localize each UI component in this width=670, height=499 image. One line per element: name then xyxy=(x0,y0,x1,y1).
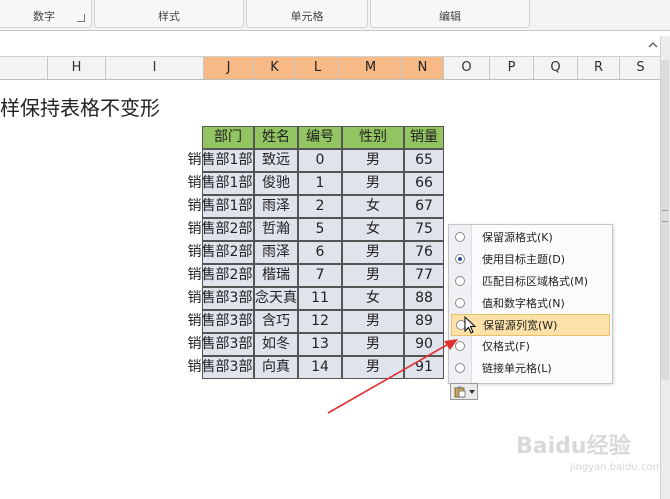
column-header-n[interactable]: N xyxy=(402,57,444,79)
radio-selected-icon xyxy=(455,254,465,264)
table-cell-name[interactable]: 哲瀚 xyxy=(254,218,298,241)
table-cell-dept[interactable]: 销售部2部 xyxy=(188,218,254,241)
table-cell-sales[interactable]: 65 xyxy=(404,149,444,172)
table-cell-id[interactable]: 5 xyxy=(298,218,342,241)
table-cell-dept[interactable]: 销售部1部 xyxy=(188,195,254,218)
ribbon-group-label: 单元格 xyxy=(290,10,324,23)
paste-options-menu: 保留源格式(K) 使用目标主题(D) 匹配目标区域格式(M) 值和数字格式(N)… xyxy=(448,224,613,384)
menu-item-keep-source-format[interactable]: 保留源格式(K) xyxy=(449,227,612,249)
column-header-bar: H I J K L M N O P Q R S xyxy=(0,57,662,80)
menu-item-label: 链接单元格(L) xyxy=(482,362,552,375)
table-cell-gender[interactable]: 男 xyxy=(342,149,404,172)
menu-item-label: 保留源格式(K) xyxy=(482,231,553,244)
menu-item-values-number-format[interactable]: 值和数字格式(N) xyxy=(449,293,612,315)
table-cell-gender[interactable]: 男 xyxy=(342,264,404,287)
menu-item-label: 值和数字格式(N) xyxy=(482,297,565,310)
table-header-cell[interactable]: 销量 xyxy=(404,126,444,149)
column-header-q[interactable]: Q xyxy=(534,57,578,79)
menu-item-use-destination-theme[interactable]: 使用目标主题(D) xyxy=(449,249,612,271)
chevron-up-icon[interactable] xyxy=(648,40,658,50)
column-header-m[interactable]: M xyxy=(340,57,402,79)
table-cell-name[interactable]: 致远 xyxy=(254,149,298,172)
table-header-cell[interactable]: 部门 xyxy=(202,126,254,149)
radio-icon xyxy=(455,276,465,286)
column-header-o[interactable]: O xyxy=(444,57,490,79)
menu-item-formatting-only[interactable]: 仅格式(F) xyxy=(449,336,612,358)
table-cell-name[interactable]: 俊驰 xyxy=(254,172,298,195)
table-cell-dept[interactable]: 销售部2部 xyxy=(188,264,254,287)
table-cell-name[interactable]: 雨泽 xyxy=(254,195,298,218)
column-header-s[interactable]: S xyxy=(620,57,662,79)
table-cell-sales[interactable]: 76 xyxy=(404,241,444,264)
table-cell-id[interactable]: 11 xyxy=(298,287,342,310)
dialog-launcher-icon[interactable] xyxy=(77,14,85,22)
table-cell-sales[interactable]: 66 xyxy=(404,172,444,195)
column-header-g[interactable] xyxy=(0,57,48,79)
table-header-cell[interactable]: 姓名 xyxy=(254,126,298,149)
ribbon-group-label: 编辑 xyxy=(439,10,461,23)
menu-item-label: 仅格式(F) xyxy=(482,340,530,353)
table-cell-dept[interactable]: 销售部1部 xyxy=(188,172,254,195)
menu-item-label: 使用目标主题(D) xyxy=(482,253,566,266)
column-header-i[interactable]: I xyxy=(106,57,204,79)
table-cell-dept[interactable]: 销售部3部 xyxy=(188,310,254,333)
radio-icon xyxy=(455,232,465,242)
menu-item-label: 保留源列宽(W) xyxy=(483,319,558,332)
table-header-cell[interactable]: 编号 xyxy=(298,126,342,149)
table-cell-sales[interactable]: 77 xyxy=(404,264,444,287)
table-cell-name[interactable]: 含巧 xyxy=(254,310,298,333)
radio-icon xyxy=(455,298,465,308)
table-cell-name[interactable]: 念天真 xyxy=(254,287,298,310)
grip-icon xyxy=(662,210,668,222)
table-cell-name[interactable]: 如冬 xyxy=(254,333,298,356)
table-cell-gender[interactable]: 女 xyxy=(342,218,404,241)
table-cell-gender[interactable]: 女 xyxy=(342,287,404,310)
sheet-heading-text[interactable]: 样保持表格不变形 xyxy=(0,92,160,121)
table-cell-name[interactable]: 楷瑞 xyxy=(254,264,298,287)
watermark-logo: Baidu经验 xyxy=(516,434,631,459)
table-cell-name[interactable]: 雨泽 xyxy=(254,241,298,264)
table-cell-dept[interactable]: 销售部3部 xyxy=(188,333,254,356)
table-cell-sales[interactable]: 88 xyxy=(404,287,444,310)
menu-item-link-cells[interactable]: 链接单元格(L) xyxy=(449,358,612,380)
formula-bar[interactable] xyxy=(0,36,670,57)
table-cell-id[interactable]: 6 xyxy=(298,241,342,264)
table-cell-id[interactable]: 2 xyxy=(298,195,342,218)
column-header-p[interactable]: P xyxy=(490,57,534,79)
menu-item-label: 匹配目标区域格式(M) xyxy=(482,275,589,288)
table-cell-dept[interactable]: 销售部3部 xyxy=(188,356,254,379)
watermark-url: jingyan.baidu.com xyxy=(570,462,663,473)
table-cell-sales[interactable]: 75 xyxy=(404,218,444,241)
ribbon: 数字 样式 单元格 编辑 xyxy=(0,0,670,31)
column-header-h[interactable]: H xyxy=(48,57,106,79)
table-cell-gender[interactable]: 男 xyxy=(342,172,404,195)
table-cell-dept[interactable]: 销售部3部 xyxy=(188,287,254,310)
ribbon-group-styles[interactable]: 样式 xyxy=(94,0,244,28)
ribbon-group-editing[interactable]: 编辑 xyxy=(370,0,530,28)
table-cell-sales[interactable]: 67 xyxy=(404,195,444,218)
annotation-arrow-icon xyxy=(327,339,458,414)
table-cell-id[interactable]: 7 xyxy=(298,264,342,287)
table-cell-id[interactable]: 0 xyxy=(298,149,342,172)
table-cell-gender[interactable]: 女 xyxy=(342,195,404,218)
table-cell-dept[interactable]: 销售部1部 xyxy=(188,149,254,172)
column-header-k[interactable]: K xyxy=(254,57,296,79)
column-header-l[interactable]: L xyxy=(296,57,340,79)
menu-item-match-destination-format[interactable]: 匹配目标区域格式(M) xyxy=(449,271,612,293)
table-cell-dept[interactable]: 销售部2部 xyxy=(188,241,254,264)
table-cell-id[interactable]: 1 xyxy=(298,172,342,195)
ribbon-group-number[interactable]: 数字 xyxy=(0,0,92,28)
table-cell-name[interactable]: 向真 xyxy=(254,356,298,379)
column-header-r[interactable]: R xyxy=(578,57,620,79)
column-header-j[interactable]: J xyxy=(204,57,254,79)
table-header-cell[interactable]: 性别 xyxy=(342,126,404,149)
ribbon-group-label: 样式 xyxy=(158,10,180,23)
ribbon-group-cells[interactable]: 单元格 xyxy=(246,0,368,28)
table-cell-gender[interactable]: 男 xyxy=(342,241,404,264)
